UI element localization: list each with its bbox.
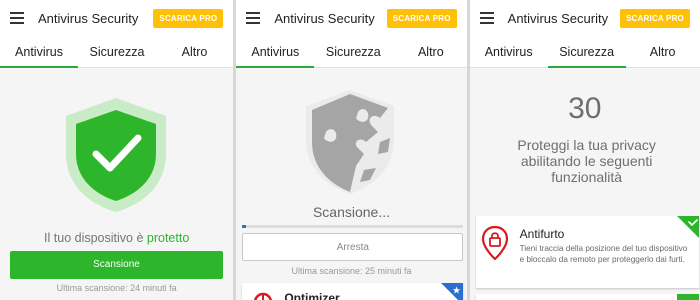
screen-antivirus-protected: Antivirus Security SCARICA PRO Antivirus…: [0, 0, 234, 300]
app-title: Antivirus Security: [274, 11, 375, 26]
optimizer-title: Optimizer: [284, 291, 340, 300]
active-tab-indicator: [547, 66, 626, 68]
antitheft-card[interactable]: Antifurto Tieni traccia della posizione …: [475, 216, 699, 288]
optimizer-icon: [254, 292, 273, 300]
star-corner-icon: [441, 283, 464, 300]
tab-other[interactable]: Altro: [156, 38, 233, 68]
screen-antivirus-scanning: Antivirus Security SCARICA PRO Antivirus…: [233, 0, 467, 300]
hamburger-menu-icon[interactable]: [10, 12, 24, 24]
tab-antivirus[interactable]: Antivirus: [470, 38, 548, 68]
app-header: Antivirus Security SCARICA PRO: [236, 0, 467, 38]
status-protected: protetto: [146, 231, 190, 245]
screen-security-privacy: Antivirus Security SCARICA PRO Antivirus…: [466, 0, 700, 300]
scan-button[interactable]: Scansione: [10, 251, 223, 279]
shield-check-icon: [66, 98, 166, 212]
screenshot-triptych: Antivirus Security SCARICA PRO Antivirus…: [0, 0, 700, 300]
scan-progress-fill: [242, 225, 247, 228]
tab-security[interactable]: Sicurezza: [78, 38, 156, 68]
hamburger-menu-icon[interactable]: [479, 12, 494, 24]
tab-other[interactable]: Altro: [626, 38, 700, 68]
download-pro-button[interactable]: SCARICA PRO: [153, 9, 224, 28]
next-card-badge: [676, 294, 699, 300]
tab-bar: Antivirus Sicurezza Altro: [0, 38, 234, 68]
location-lock-icon: [481, 226, 508, 260]
tab-bar: Antivirus Sicurezza Altro: [236, 38, 467, 68]
app-header: Antivirus Security SCARICA PRO: [0, 0, 234, 38]
status-prefix: Il tuo dispositivo è: [44, 231, 147, 245]
antitheft-title: Antifurto: [519, 227, 565, 241]
antitheft-description: Tieni traccia della posizione del tuo di…: [519, 244, 688, 264]
shield-puzzle-icon: [306, 90, 395, 194]
active-tab-indicator: [236, 66, 315, 68]
last-scan-time: Ultima scansione: 24 minuti fa: [56, 283, 177, 293]
feature-count: 30: [568, 92, 602, 125]
last-scan-time: Ultima scansione: 25 minuti fa: [291, 266, 412, 276]
download-pro-button[interactable]: SCARICA PRO: [620, 9, 690, 28]
stop-button[interactable]: Arresta: [242, 233, 464, 261]
app-header: Antivirus Security SCARICA PRO: [469, 0, 700, 38]
scan-progress-track: [242, 225, 464, 228]
tab-bar: Antivirus Sicurezza Altro: [469, 38, 700, 68]
tab-antivirus[interactable]: Antivirus: [0, 38, 78, 68]
scanning-status: Scansione...: [312, 204, 391, 220]
protection-status: Il tuo dispositivo è protetto: [0, 231, 233, 245]
hamburger-menu-icon[interactable]: [246, 12, 261, 24]
tab-security[interactable]: Sicurezza: [548, 38, 626, 68]
check-corner-icon: [676, 216, 699, 238]
app-title: Antivirus Security: [507, 11, 609, 26]
download-pro-button[interactable]: SCARICA PRO: [386, 9, 457, 28]
tab-security[interactable]: Sicurezza: [314, 38, 392, 68]
active-tab-indicator: [0, 66, 78, 68]
app-title: Antivirus Security: [38, 11, 139, 26]
tab-antivirus[interactable]: Antivirus: [236, 38, 314, 68]
tab-other[interactable]: Altro: [392, 38, 466, 68]
next-feature-card[interactable]: [475, 294, 699, 300]
privacy-message: Proteggi la tua privacy abilitando le se…: [517, 137, 656, 185]
optimizer-card[interactable]: Optimizer: [242, 283, 464, 300]
